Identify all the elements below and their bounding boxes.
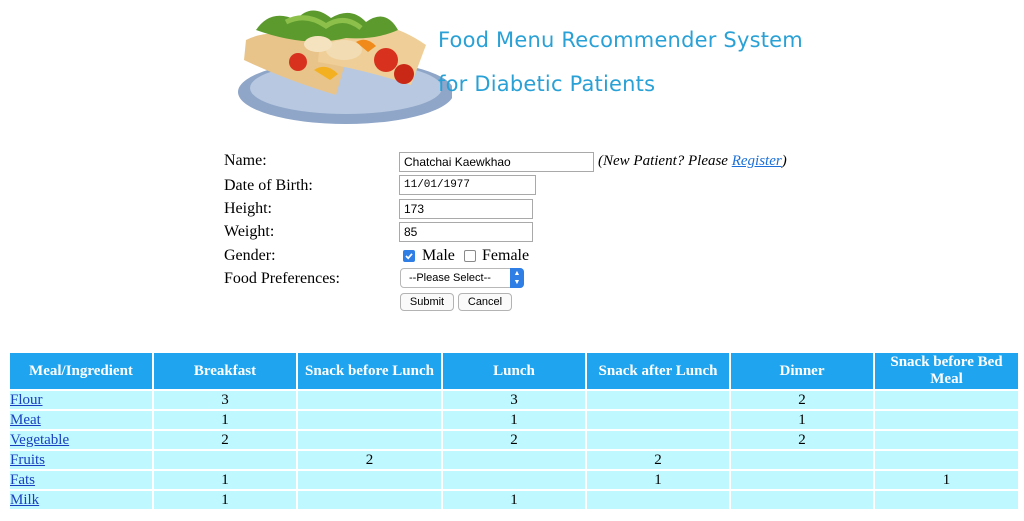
header-dinner: Dinner: [731, 353, 873, 389]
table-cell: 1: [875, 471, 1018, 489]
table-cell: 1: [154, 471, 296, 489]
table-cell: [443, 451, 585, 469]
table-cell: 1: [587, 471, 729, 489]
gender-label: Gender:: [224, 247, 276, 264]
table-cell: [298, 411, 441, 429]
new-patient-note: (New Patient? Please Register): [598, 153, 787, 170]
table-cell: [731, 451, 873, 469]
header-snack-before-lunch: Snack before Lunch: [298, 353, 441, 389]
table-header-row: Meal/Ingredient Breakfast Snack before L…: [10, 353, 1018, 389]
table-cell: 2: [731, 391, 873, 409]
table-cell: [298, 391, 441, 409]
weight-input[interactable]: 85: [399, 222, 533, 242]
ingredient-cell: Fats: [10, 471, 152, 489]
ingredient-link-milk[interactable]: Milk: [10, 492, 39, 508]
table-cell: [731, 491, 873, 509]
dob-input[interactable]: 11/01/1977: [399, 175, 536, 195]
ingredient-cell: Flour: [10, 391, 152, 409]
table-cell: [875, 431, 1018, 449]
table-cell: [587, 411, 729, 429]
register-link[interactable]: Register: [732, 153, 782, 169]
table-row: Milk 1 1: [10, 491, 1018, 509]
ingredient-link-vegetable[interactable]: Vegetable: [10, 432, 69, 448]
table-cell: [298, 471, 441, 489]
table-row: Fruits 2 2: [10, 451, 1018, 469]
table-cell: 1: [443, 411, 585, 429]
food-preferences-value: --Please Select--: [409, 272, 491, 284]
table-cell: [298, 431, 441, 449]
ingredient-link-meat[interactable]: Meat: [10, 412, 41, 428]
salad-wrap-photo: [226, 0, 452, 126]
new-patient-prefix: (New Patient? Please: [598, 153, 732, 169]
table-cell: [154, 451, 296, 469]
table-cell: 1: [154, 491, 296, 509]
table-cell: 2: [443, 431, 585, 449]
table-cell: 1: [154, 411, 296, 429]
table-cell: 1: [731, 411, 873, 429]
table-cell: [587, 491, 729, 509]
checkmark-icon: [405, 253, 413, 260]
header-lunch: Lunch: [443, 353, 585, 389]
table-cell: 2: [154, 431, 296, 449]
table-row: Vegetable 2 2 2: [10, 431, 1018, 449]
header-snack-before-bed: Snack before Bed Meal: [875, 353, 1018, 389]
table-cell: 2: [587, 451, 729, 469]
table-row: Meat 1 1 1: [10, 411, 1018, 429]
header-snack-after-lunch: Snack after Lunch: [587, 353, 729, 389]
table-cell: 1: [443, 491, 585, 509]
ingredient-cell: Meat: [10, 411, 152, 429]
ingredient-cell: Vegetable: [10, 431, 152, 449]
table-cell: [298, 491, 441, 509]
table-cell: [875, 391, 1018, 409]
weight-label: Weight:: [224, 223, 275, 240]
table-cell: [443, 471, 585, 489]
header-breakfast: Breakfast: [154, 353, 296, 389]
table-cell: [587, 391, 729, 409]
submit-button[interactable]: Submit: [400, 293, 454, 311]
ingredient-cell: Fruits: [10, 451, 152, 469]
table-row: Flour 3 3 2: [10, 391, 1018, 409]
table-cell: [875, 451, 1018, 469]
cancel-button[interactable]: Cancel: [458, 293, 512, 311]
meal-plan-table: Meal/Ingredient Breakfast Snack before L…: [8, 351, 1020, 511]
table-row: Fats 1 1 1: [10, 471, 1018, 489]
header-banner: Food Menu Recommender System for Diabeti…: [226, 0, 803, 126]
ingredient-link-fruits[interactable]: Fruits: [10, 452, 45, 468]
food-preferences-label: Food Preferences:: [224, 270, 340, 287]
food-preferences-select[interactable]: --Please Select-- ▲ ▼: [400, 268, 524, 288]
table-cell: 2: [731, 431, 873, 449]
name-input[interactable]: Chatchai Kaewkhao: [399, 152, 594, 172]
header-meal-ingredient: Meal/Ingredient: [10, 353, 152, 389]
dob-label: Date of Birth:: [224, 177, 313, 194]
ingredient-cell: Milk: [10, 491, 152, 509]
select-arrows-icon: ▲ ▼: [510, 268, 524, 288]
height-label: Height:: [224, 200, 272, 217]
male-checkbox[interactable]: [403, 250, 415, 262]
female-checkbox[interactable]: [464, 250, 476, 262]
table-cell: [731, 471, 873, 489]
table-cell: 3: [154, 391, 296, 409]
app-title-line-1: Food Menu Recommender System: [438, 28, 803, 52]
ingredient-link-fats[interactable]: Fats: [10, 472, 35, 488]
name-label: Name:: [224, 152, 267, 169]
table-cell: 2: [298, 451, 441, 469]
ingredient-link-flour[interactable]: Flour: [10, 392, 43, 408]
male-label: Male: [422, 247, 455, 264]
table-cell: [875, 411, 1018, 429]
new-patient-suffix: ): [781, 153, 787, 169]
table-cell: [875, 491, 1018, 509]
app-title-line-2: for Diabetic Patients: [438, 72, 656, 96]
table-cell: 3: [443, 391, 585, 409]
height-input[interactable]: 173: [399, 199, 533, 219]
table-cell: [587, 431, 729, 449]
female-label: Female: [482, 247, 530, 264]
